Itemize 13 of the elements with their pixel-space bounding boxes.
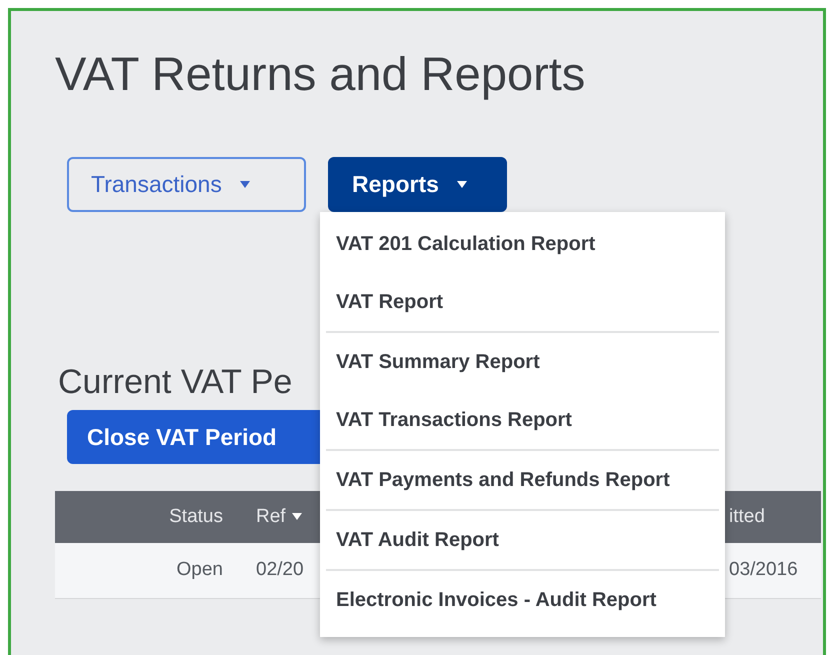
menu-item[interactable]: VAT Report [320,273,725,331]
column-header: itted [725,491,821,543]
section-heading: Current VAT Pe [58,362,292,403]
dropdown-button[interactable]: Reports [328,157,507,212]
caret-icon [456,181,467,188]
page-title: VAT Returns and Reports [55,47,586,100]
table-cell: 03/2016 [725,543,821,598]
menu-item[interactable]: VAT 201 Calculation Report [320,215,725,273]
dropdown-button[interactable]: Transactions [67,157,306,212]
table-cell: Open [55,543,238,598]
column-header: Status [55,491,238,543]
menu-item[interactable]: VAT Summary Report [320,333,725,391]
caret-icon [240,181,250,188]
